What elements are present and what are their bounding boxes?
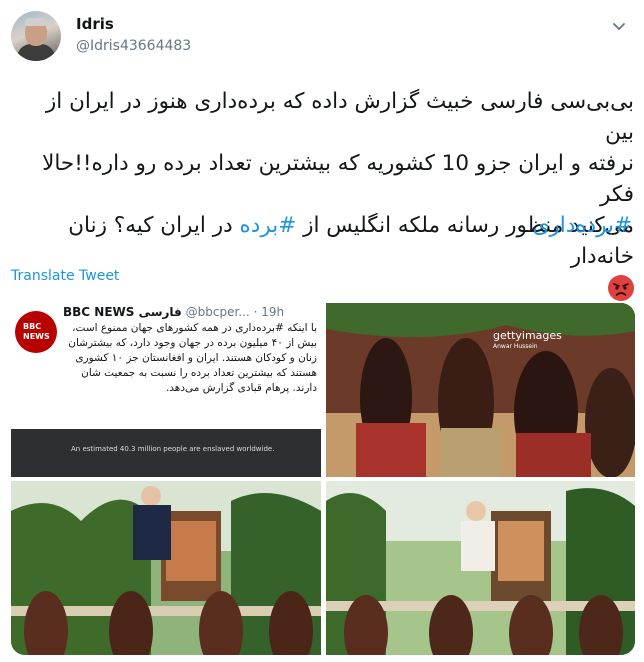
bbc-title: BBC NEWS فارسی	[63, 305, 182, 319]
bbc-body-text: با اینکه #برده‌داری در همه کشورهای جهان …	[68, 322, 317, 394]
media-photo-woman-throne[interactable]	[326, 481, 635, 655]
getty-credit: Anwar Hussein	[493, 343, 538, 350]
hashtag-bardedari[interactable]: #برده‌داری	[533, 213, 632, 238]
media-photo-dancers[interactable]: gettyimages Anwar Hussein	[326, 303, 635, 477]
bbc-time: · 19h	[253, 305, 285, 319]
bbc-handle: @bbcper...	[185, 305, 250, 319]
user-name[interactable]: Idris	[76, 15, 114, 33]
user-handle[interactable]: @Idris43664483	[76, 38, 191, 54]
bbc-band-text: An estimated 40.3 million people are ens…	[71, 445, 275, 453]
avatar-shirt	[17, 44, 55, 61]
bbc-logo-line1: BBC	[23, 322, 42, 331]
photo-dancers-image	[326, 303, 635, 477]
media-grid: BBC NEWS BBC NEWS فارسی @bbcper... · 19h…	[11, 303, 635, 655]
bbc-news-logo: BBC NEWS	[15, 311, 57, 353]
hashtag-barde[interactable]: #برده	[240, 213, 297, 238]
getty-watermark: gettyimages	[493, 329, 562, 342]
pouting-face-icon	[608, 275, 634, 301]
media-photo-man-throne[interactable]	[11, 481, 321, 655]
tweet-line-1: بی‌بی‌سی فارسی خبیث گزارش داده که برده‌د…	[45, 89, 634, 145]
bbc-logo-line2: NEWS	[23, 332, 50, 341]
avatar[interactable]	[11, 11, 61, 61]
chevron-down-icon[interactable]	[610, 17, 628, 35]
photo-man-throne-image	[11, 481, 321, 655]
photo-woman-throne-image	[326, 481, 635, 655]
avatar-hair	[25, 18, 47, 26]
translate-tweet-link[interactable]: Translate Tweet	[11, 268, 119, 284]
tweet-line-2: نرفته و ایران جزو 10 کشوریه که بیشترین ت…	[42, 151, 634, 207]
media-bbc-screenshot[interactable]: BBC NEWS BBC NEWS فارسی @bbcper... · 19h…	[11, 303, 321, 477]
bbc-video-band: An estimated 40.3 million people are ens…	[11, 429, 321, 477]
bbc-header: BBC NEWS فارسی @bbcper... · 19h	[63, 305, 284, 319]
